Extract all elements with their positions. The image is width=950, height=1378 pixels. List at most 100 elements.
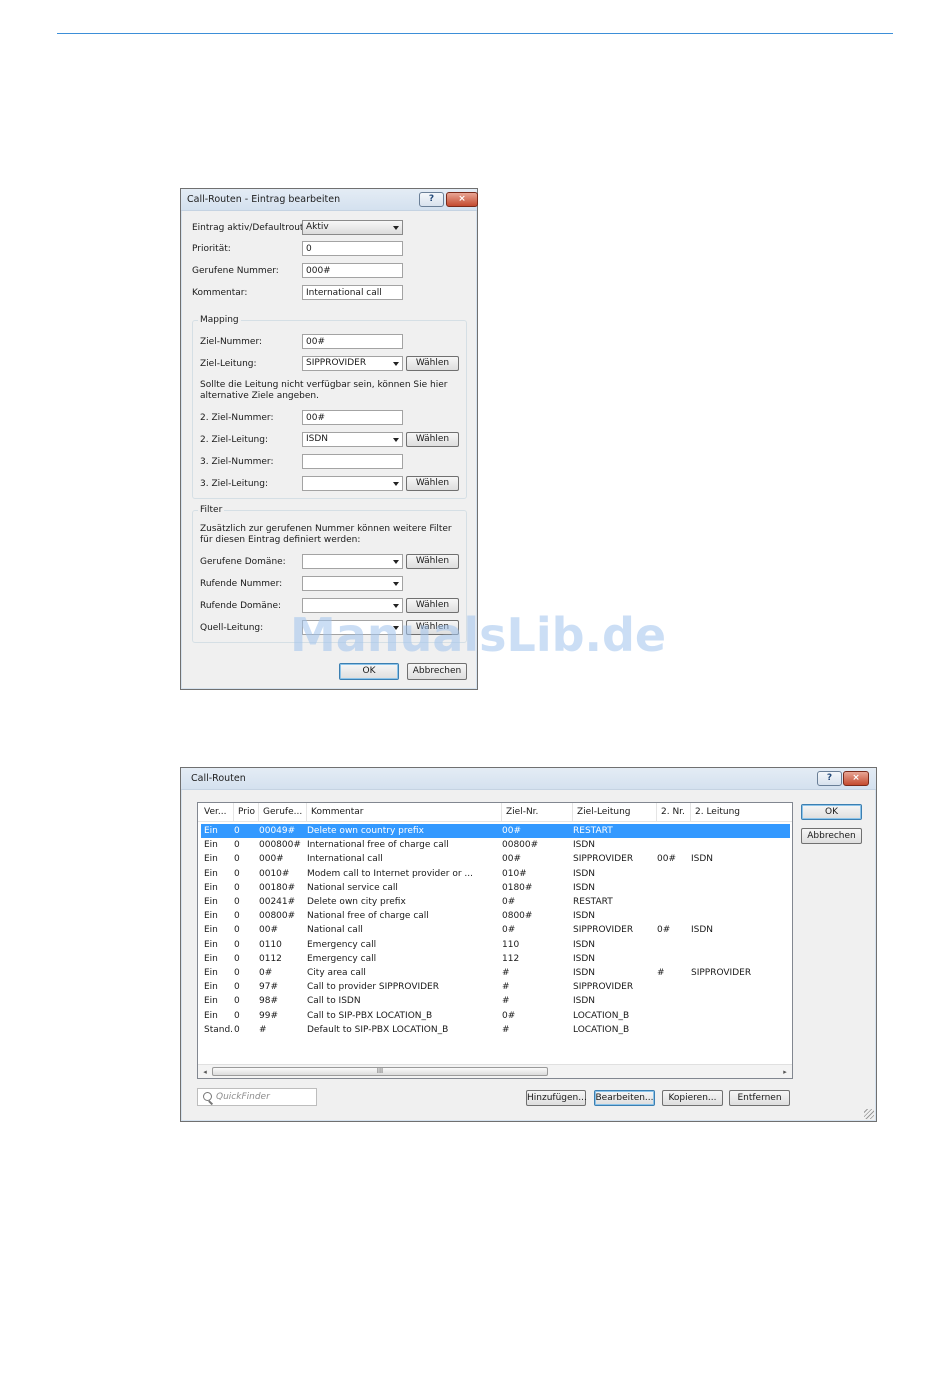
- table-cell: 00#: [657, 854, 676, 865]
- prio-field[interactable]: 0: [302, 241, 403, 256]
- table-cell: [657, 938, 691, 952]
- page-top-rule: [57, 33, 893, 34]
- cancel-button[interactable]: Abbrechen: [407, 663, 467, 680]
- table-cell: 0: [234, 882, 240, 893]
- ziel-leitung-dropdown[interactable]: SIPPROVIDER: [302, 356, 403, 371]
- gerufene-domaene-choose-button[interactable]: Wählen: [406, 554, 459, 569]
- quickfinder-search[interactable]: QuickFinder: [197, 1088, 317, 1106]
- col-header[interactable]: Kommentar: [307, 803, 502, 822]
- ziel-nummer-label: Ziel-Nummer:: [200, 337, 263, 347]
- table-cell: [657, 980, 691, 994]
- table-cell: [691, 881, 791, 895]
- table-cell: [691, 867, 791, 881]
- col-header[interactable]: Prio: [234, 803, 259, 822]
- table-cell: 00#: [502, 826, 521, 836]
- col-header[interactable]: Gerufe...: [259, 803, 307, 822]
- table-row[interactable]: Ein 0 0# City area call # ISDN # SIPPROVIDER: [201, 966, 790, 980]
- prio-label: Priorität:: [192, 244, 231, 254]
- ziel2-leitung-value: ISDN: [306, 434, 329, 444]
- table-cell: LOCATION_B: [573, 1024, 630, 1035]
- ziel3-nummer-field[interactable]: [302, 454, 403, 469]
- table-cell: 0: [234, 897, 240, 907]
- table-cell: [691, 838, 791, 852]
- ziel3-leitung-dropdown[interactable]: [302, 476, 403, 491]
- add-button[interactable]: Hinzufügen...: [526, 1090, 587, 1106]
- close-button[interactable]: ×: [446, 192, 478, 207]
- table-row[interactable]: Ein 0 00049# Delete own country prefix 00# RE…: [201, 824, 790, 838]
- table-row[interactable]: Ein 0 00# National call 0# SIPPROVIDER 0# ISDN: [201, 923, 790, 937]
- table-row[interactable]: Ein 0 0112 Emergency call 112 ISDN: [201, 952, 790, 966]
- kommentar-field[interactable]: International call: [302, 285, 403, 300]
- table-cell: #: [502, 1024, 510, 1035]
- ziel2-leitung-label: 2. Ziel-Leitung:: [200, 435, 268, 445]
- table-cell: 112: [502, 953, 520, 964]
- scroll-right-icon[interactable]: ▸: [779, 1067, 791, 1077]
- scroll-thumb[interactable]: III: [212, 1067, 548, 1076]
- col-header[interactable]: Ziel-Nr.: [502, 803, 573, 822]
- table-row[interactable]: Ein 0 0110 Emergency call 110 ISDN: [201, 938, 790, 952]
- table-cell: ISDN: [573, 868, 596, 879]
- scroll-left-icon[interactable]: ◂: [199, 1067, 211, 1077]
- table-row[interactable]: Ein 0 0010# Modem call to Internet provider…: [201, 867, 790, 881]
- edit-button[interactable]: Bearbeiten...: [594, 1090, 655, 1106]
- table-row[interactable]: Ein 0 98# Call to ISDN # ISDN: [201, 994, 790, 1008]
- table-row[interactable]: Ein 0 97# Call to provider SIPPROVIDER # SIPP…: [201, 980, 790, 994]
- col-header[interactable]: Ver...: [198, 803, 234, 822]
- table-cell: #: [502, 996, 510, 1007]
- table-cell: [691, 952, 791, 966]
- help-button[interactable]: ?: [817, 771, 842, 786]
- remove-button[interactable]: Entfernen: [729, 1090, 790, 1106]
- table-cell: Ein: [204, 826, 218, 836]
- copy-button[interactable]: Kopieren...: [662, 1090, 723, 1106]
- ok-button[interactable]: OK: [801, 804, 862, 820]
- table-cell: [657, 824, 691, 838]
- table-cell: 0: [234, 1024, 240, 1035]
- help-button[interactable]: ?: [419, 192, 444, 207]
- close-button[interactable]: ×: [843, 771, 869, 786]
- table-cell: 0180#: [502, 882, 533, 893]
- ziel-nummer-field[interactable]: 00#: [302, 334, 403, 349]
- table-cell: 0: [234, 826, 240, 836]
- table-cell: Ein: [204, 982, 218, 993]
- ziel2-nummer-field[interactable]: 00#: [302, 410, 403, 425]
- ziel-leitung-choose-button[interactable]: Wählen: [406, 356, 459, 371]
- horizontal-scrollbar[interactable]: ◂ III ▸: [198, 1064, 792, 1078]
- table-cell: 0#: [502, 897, 516, 907]
- table-cell: National service call: [307, 882, 398, 893]
- col-header[interactable]: 2. Leitung: [691, 803, 792, 822]
- gerufene-domaene-dropdown[interactable]: [302, 554, 403, 569]
- col-header[interactable]: Ziel-Leitung: [573, 803, 657, 822]
- chevron-down-icon: [393, 438, 399, 442]
- table-row[interactable]: Ein 0 00800# National free of charge call 08…: [201, 909, 790, 923]
- nummer-field[interactable]: 000#: [302, 263, 403, 278]
- table-cell: RESTART: [573, 897, 613, 907]
- table-row[interactable]: Ein 0 000800# International free of charge …: [201, 838, 790, 852]
- eintrag-value: Aktiv: [306, 222, 329, 232]
- table-row[interactable]: Ein 0 99# Call to SIP-PBX LOCATION_B 0# LOCAT…: [201, 1009, 790, 1023]
- table-cell: [691, 938, 791, 952]
- ziel2-leitung-dropdown[interactable]: ISDN: [302, 432, 403, 447]
- table-row[interactable]: Ein 0 00241# Delete own city prefix 0# RESTAR…: [201, 895, 790, 909]
- ziel3-leitung-choose-button[interactable]: Wählen: [406, 476, 459, 491]
- chevron-down-icon: [393, 560, 399, 564]
- cancel-button[interactable]: Abbrechen: [801, 828, 862, 844]
- call-routes-table[interactable]: Ver... Prio Gerufe... Kommentar Ziel-Nr.…: [197, 802, 793, 1079]
- dialog-title: Call-Routen: [191, 773, 246, 784]
- resize-grip-icon[interactable]: [864, 1109, 874, 1119]
- ok-button[interactable]: OK: [339, 663, 399, 680]
- table-cell: [657, 1023, 691, 1037]
- table-cell: Ein: [204, 968, 218, 978]
- table-row[interactable]: Ein 0 000# International call 00# SIPPROVIDER…: [201, 852, 790, 866]
- table-cell: SIPPROVIDER: [573, 854, 634, 865]
- col-header[interactable]: 2. Nr.: [657, 803, 691, 822]
- table-cell: Ein: [204, 840, 218, 851]
- ziel2-leitung-choose-button[interactable]: Wählen: [406, 432, 459, 447]
- eintrag-dropdown[interactable]: Aktiv: [302, 220, 403, 235]
- mapping-hint: Sollte die Leitung nicht verfügbar sein,…: [200, 380, 448, 401]
- table-row[interactable]: Stand...0 # Default to SIP-PBX LOCATION_B #…: [201, 1023, 790, 1037]
- table-row[interactable]: Ein 0 00180# National service call 0180# ISDN: [201, 881, 790, 895]
- table-cell: Ein: [204, 939, 218, 950]
- rufende-nummer-dropdown[interactable]: [302, 576, 403, 591]
- table-cell: [657, 895, 691, 909]
- table-cell: 0: [234, 868, 240, 879]
